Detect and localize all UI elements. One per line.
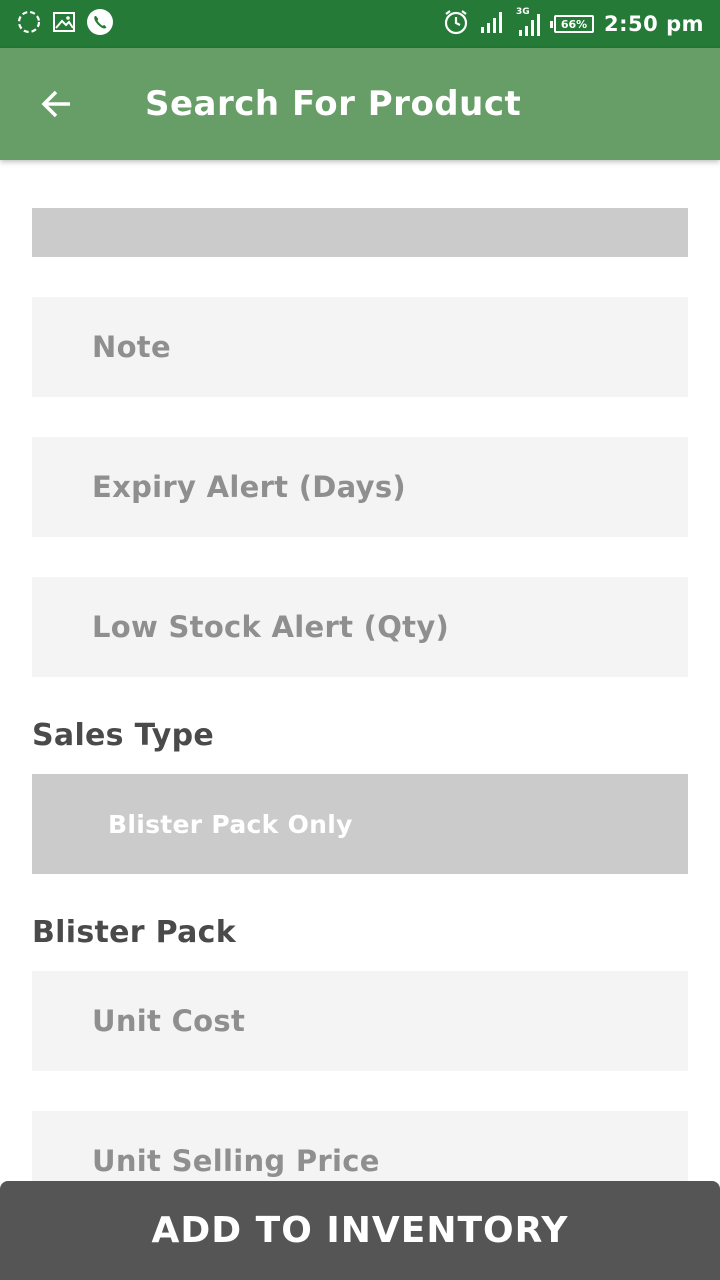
blister-pack-label: Blister Pack	[32, 915, 236, 950]
battery-icon: 66%	[550, 15, 595, 33]
unit-cost-field[interactable]: Unit Cost	[32, 971, 688, 1071]
signal-icon	[480, 10, 506, 38]
expiry-alert-placeholder: Expiry Alert (Days)	[92, 470, 406, 504]
page-title: Search For Product	[145, 84, 522, 124]
notification-icons	[16, 8, 114, 40]
note-placeholder: Note	[92, 330, 171, 364]
back-button[interactable]	[28, 76, 84, 132]
arrow-left-icon	[41, 90, 70, 118]
system-icons: 3G 66% 2:50 pm	[442, 7, 704, 40]
low-stock-alert-field[interactable]: Low Stock Alert (Qty)	[32, 577, 688, 677]
whatsapp-icon	[86, 8, 114, 40]
expiry-alert-field[interactable]: Expiry Alert (Days)	[32, 437, 688, 537]
status-bar: 3G 66% 2:50 pm	[0, 0, 720, 48]
note-field[interactable]: Note	[32, 297, 688, 397]
app-bar: Search For Product	[0, 48, 720, 160]
sales-type-label: Sales Type	[32, 718, 215, 753]
sync-icon	[16, 9, 42, 39]
product-search-bar[interactable]	[32, 208, 688, 257]
status-time: 2:50 pm	[604, 12, 704, 36]
signal-3g-icon: 3G	[516, 7, 544, 38]
add-to-inventory-button[interactable]: ADD TO INVENTORY	[0, 1181, 720, 1280]
alarm-icon	[442, 8, 470, 40]
sales-type-select[interactable]: Blister Pack Only	[32, 774, 688, 874]
image-icon	[52, 10, 76, 38]
battery-level: 66%	[560, 17, 588, 31]
low-stock-alert-placeholder: Low Stock Alert (Qty)	[92, 610, 450, 644]
unit-selling-price-placeholder: Unit Selling Price	[92, 1144, 380, 1178]
sales-type-value: Blister Pack Only	[108, 809, 353, 839]
add-to-inventory-label: ADD TO INVENTORY	[151, 1210, 569, 1251]
unit-cost-placeholder: Unit Cost	[92, 1004, 246, 1038]
